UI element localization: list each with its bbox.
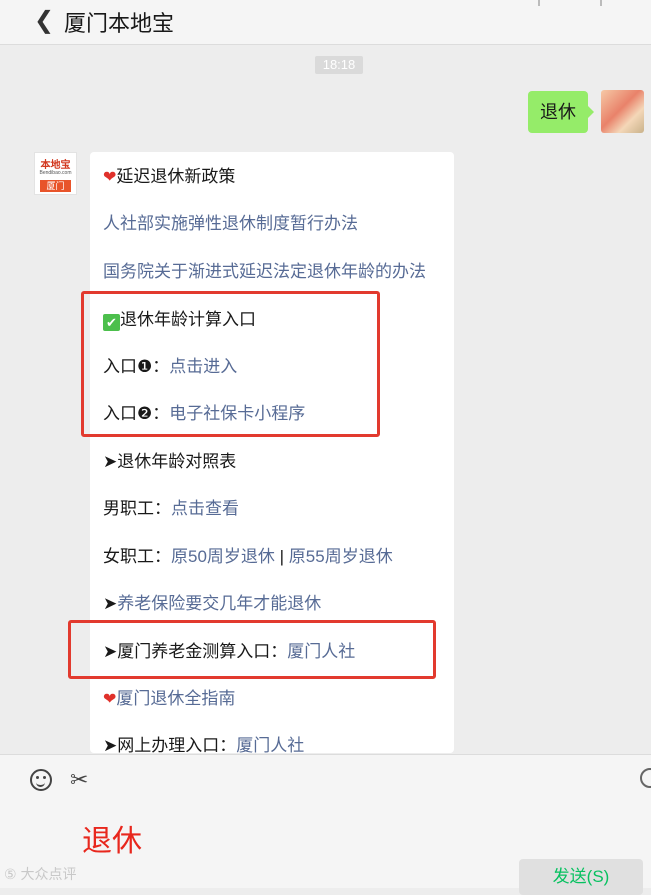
guide-link[interactable]: 厦门退休全指南	[116, 689, 235, 708]
online-row: ➤网上办理入口：厦门人社	[103, 736, 305, 753]
emoji-icon[interactable]	[30, 769, 52, 791]
my-avatar[interactable]	[601, 90, 644, 133]
watermark: ⑤ 大众点评	[4, 866, 77, 882]
heart-icon: ❤	[103, 691, 117, 708]
my-message-bubble[interactable]: 退休	[528, 91, 594, 133]
menu-mark	[538, 0, 540, 6]
female-link[interactable]: 原55周岁退休	[289, 547, 393, 566]
policy-link[interactable]: 国务院关于渐进式延迟法定退休年龄的办法	[103, 257, 426, 282]
highlight-box	[68, 620, 436, 679]
table-title: ➤退休年龄对照表	[103, 452, 237, 471]
menu-mark	[600, 0, 602, 6]
female-link[interactable]: 原50周岁退休	[171, 547, 275, 566]
avatar-brand: 本地宝	[40, 160, 71, 171]
chevron-left-icon[interactable]: ❮	[34, 6, 54, 35]
male-link[interactable]: 点击查看	[171, 499, 239, 518]
pension-years-row: ➤养老保险要交几年才能退休	[103, 594, 322, 613]
policy-link[interactable]: 人社部实施弹性退休制度暂行办法	[103, 209, 358, 234]
guide-row: ❤厦门退休全指南	[103, 684, 235, 709]
timestamp: 18:18	[315, 56, 363, 74]
section-title: ❤延迟退休新政策	[103, 167, 236, 186]
chat-title: 厦门本地宝	[64, 11, 175, 36]
avatar-domain: Bendibao.com	[39, 170, 72, 176]
avatar-city: 厦门	[40, 180, 71, 192]
heart-icon: ❤	[103, 169, 117, 186]
online-link[interactable]: 厦门人社	[236, 736, 304, 753]
chat-header: ❮ 厦门本地宝	[0, 0, 651, 45]
scissor-icon[interactable]: ✂	[70, 767, 88, 793]
highlight-box	[81, 291, 380, 437]
male-row: 男职工：点击查看	[103, 499, 239, 518]
pension-years-link[interactable]: 养老保险要交几年才能退休	[117, 594, 321, 613]
message-input[interactable]: 退休	[82, 816, 142, 860]
female-row: 女职工：原50周岁退休 | 原55周岁退休	[103, 547, 393, 566]
bot-avatar[interactable]: 本地宝 Bendibao.com 厦门	[34, 152, 77, 195]
send-button[interactable]: 发送(S)	[519, 859, 643, 895]
